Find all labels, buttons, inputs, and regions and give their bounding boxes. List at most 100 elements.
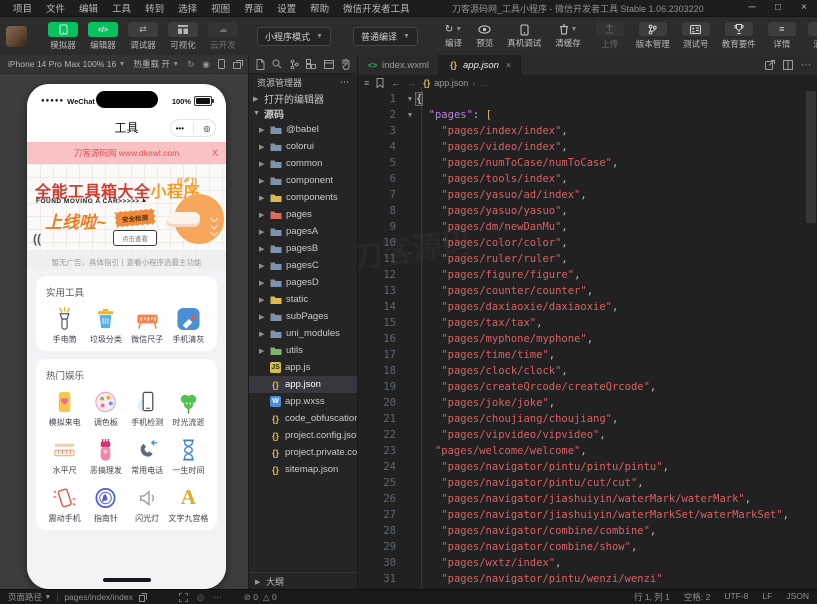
code-line[interactable]: 3 "pages/index/index", xyxy=(358,123,805,139)
editor-scrollbar[interactable] xyxy=(806,91,816,223)
menu-帮助[interactable]: 帮助 xyxy=(303,1,336,15)
tree-item-common[interactable]: ▶ common xyxy=(249,155,357,172)
code-line[interactable]: 24 "pages/navigator/pintu/pintu/pintu", xyxy=(358,459,805,475)
blocks-icon[interactable] xyxy=(306,59,317,69)
code-line[interactable]: 2 ▼ "pages": [ xyxy=(358,107,805,123)
toggle-云开发[interactable]: ☁ 云开发 xyxy=(207,21,239,51)
outline-list-icon[interactable]: ≡ xyxy=(364,78,369,88)
code-area[interactable]: 1 ▼{2 ▼ "pages": [3 "pages/index/index", 4 … xyxy=(358,91,805,590)
code-line[interactable]: 22 "pages/vipvideo/vipvideo", xyxy=(358,427,805,443)
tree-item-components[interactable]: ▶ components xyxy=(249,189,357,206)
tree-item-uni_modules[interactable]: ▶ uni_modules xyxy=(249,325,357,342)
preview-button[interactable]: 预览 xyxy=(476,23,493,49)
code-line[interactable]: 11 "pages/ruler/ruler", xyxy=(358,251,805,267)
menu-文件[interactable]: 文件 xyxy=(39,1,72,15)
tree-item-code_obfuscation_conf…[interactable]: {}code_obfuscation_conf… xyxy=(249,410,357,427)
compile-scheme-dropdown[interactable]: 普通编译 ▼ xyxy=(352,26,418,46)
project-root-section[interactable]: ▼ 源码 xyxy=(249,106,357,121)
menu-工具[interactable]: 工具 xyxy=(105,1,138,15)
banner-ticket-secondary[interactable]: 点击查看 xyxy=(113,230,157,246)
code-line[interactable]: 1 ▼{ xyxy=(358,91,805,107)
tree-item-subPages[interactable]: ▶ subPages xyxy=(249,308,357,325)
detach-window-icon[interactable] xyxy=(232,59,243,70)
tree-item-component[interactable]: ▶ component xyxy=(249,172,357,189)
code-line[interactable]: 19 "pages/createQrcode/createQrcode", xyxy=(358,379,805,395)
tree-item-pagesA[interactable]: ▶ pagesA xyxy=(249,223,357,240)
open-editors-section[interactable]: ▶ 打开的编辑器 xyxy=(249,91,357,106)
code-line[interactable]: 15 "pages/tax/tax", xyxy=(358,315,805,331)
compile-button[interactable]: ↻ ▼ 编译 xyxy=(445,23,462,49)
toggle-可视化[interactable]: 可视化 xyxy=(167,21,199,51)
copy-icon[interactable] xyxy=(138,592,147,602)
promo-banner[interactable]: 全能工具箱大全小程序 (()) FOUND MOVING A CAR>>>>>➤… xyxy=(27,164,226,250)
code-line[interactable]: 31 "pages/navigator/pintu/wenzi/wenzi" xyxy=(358,571,805,587)
tool-一生时间[interactable]: 一生时间 xyxy=(168,437,209,476)
code-line[interactable]: 5 "pages/numToCase/numToCase", xyxy=(358,155,805,171)
action-上传[interactable]: 上传 xyxy=(595,22,624,50)
eol[interactable]: LF xyxy=(762,591,772,603)
tool-微信尺子[interactable]: 微信尺子 xyxy=(127,306,168,345)
tool-手电筒[interactable]: 手电筒 xyxy=(44,306,85,345)
indent-setting[interactable]: 空格: 2 xyxy=(684,591,710,603)
code-line[interactable]: 6 "pages/tools/index", xyxy=(358,171,805,187)
source-control-icon[interactable] xyxy=(290,59,299,70)
more-icon[interactable]: ⋯ xyxy=(213,592,222,603)
code-line[interactable]: 25 "pages/navigator/pintu/cut/cut", xyxy=(358,475,805,491)
fullscreen-icon[interactable] xyxy=(178,592,188,603)
more-icon[interactable]: ••• xyxy=(176,124,184,133)
close-icon[interactable]: × xyxy=(506,60,511,70)
nav-back-icon[interactable]: ← xyxy=(391,78,400,88)
code-line[interactable]: 7 "pages/yasuo/ad/index", xyxy=(358,187,805,203)
nav-forward-icon[interactable]: → xyxy=(407,78,416,88)
code-line[interactable]: 12 "pages/figure/figure", xyxy=(358,267,805,283)
page-path-dropdown[interactable]: 页面路径 ▼ xyxy=(8,591,51,603)
more-icon[interactable]: ⋯ xyxy=(340,77,349,88)
menu-选择[interactable]: 选择 xyxy=(171,1,204,15)
code-line[interactable]: 10 "pages/color/color", xyxy=(358,235,805,251)
menu-视图[interactable]: 视图 xyxy=(204,1,237,15)
tree-item-colorui[interactable]: ▶ colorui xyxy=(249,138,357,155)
tree-item-pagesC[interactable]: ▶ pagesC xyxy=(249,257,357,274)
device-selector[interactable]: iPhone 14 Pro Max 100% 16 ▼ xyxy=(8,59,126,69)
hand-icon[interactable] xyxy=(341,58,350,70)
code-line[interactable]: 29 "pages/navigator/combine/show", xyxy=(358,539,805,555)
code-line[interactable]: 16 "pages/myphone/myphone", xyxy=(358,331,805,347)
tree-item-pagesD[interactable]: ▶ pagesD xyxy=(249,274,357,291)
notice-bar[interactable]: 刀客源码网 www.dkewl.com X xyxy=(27,142,226,164)
toggle-调试器[interactable]: ⇄ 调试器 xyxy=(127,21,159,51)
tree-item-utils[interactable]: ▶ utils xyxy=(249,342,357,359)
outline-section[interactable]: ▶ 大纲 xyxy=(249,572,357,590)
split-editor-icon[interactable] xyxy=(783,60,793,70)
clear-cache-button[interactable]: ▼ 清缓存 xyxy=(555,23,581,49)
tool-垃圾分类[interactable]: 垃圾分类 xyxy=(85,306,126,345)
code-line[interactable]: 4 "pages/video/index", xyxy=(358,139,805,155)
close-icon[interactable]: × xyxy=(791,0,817,16)
code-line[interactable]: 28 "pages/navigator/combine/combine", xyxy=(358,523,805,539)
minimize-icon[interactable]: ─ xyxy=(739,0,765,16)
tree-item-app.wxss[interactable]: Wapp.wxss xyxy=(249,393,357,410)
code-line[interactable]: 20 "pages/joke/joke", xyxy=(358,395,805,411)
fold-caret-icon[interactable]: ▼ xyxy=(404,91,416,107)
action-教育要件[interactable]: 教育要件 xyxy=(722,22,756,50)
code-line[interactable]: 13 "pages/counter/counter", xyxy=(358,283,805,299)
files-icon[interactable] xyxy=(256,58,265,70)
problems-indicator[interactable]: ⊘ 0 △ 0 xyxy=(244,592,277,603)
fold-caret-icon[interactable]: ▼ xyxy=(404,107,416,123)
tool-水平尺[interactable]: 水平尺 xyxy=(44,437,85,476)
code-line[interactable]: 21 "pages/choujiang/choujiang", xyxy=(358,411,805,427)
device-frame-icon[interactable] xyxy=(217,59,225,70)
tree-item-pages[interactable]: ▶ pages xyxy=(249,206,357,223)
menu-微信开发者工具[interactable]: 微信开发者工具 xyxy=(336,1,417,15)
code-line[interactable]: 18 "pages/clock/clock", xyxy=(358,363,805,379)
language-mode[interactable]: JSON xyxy=(786,591,809,603)
code-line[interactable]: 14 "pages/daxiaoxie/daxiaoxie", xyxy=(358,299,805,315)
tree-item-project.config.json[interactable]: {} project.config.json xyxy=(249,427,357,444)
tool-调色板[interactable]: 调色板 xyxy=(85,389,126,428)
tool-模拟来电[interactable]: 模拟来电 xyxy=(44,389,85,428)
menu-转到[interactable]: 转到 xyxy=(138,1,171,15)
tool-指南针[interactable]: 指南针 xyxy=(85,485,126,524)
toggle-编辑器[interactable]: </> 编辑器 xyxy=(87,21,119,51)
banner-ticket-primary[interactable]: 安全检测 xyxy=(114,208,156,228)
action-详情[interactable]: ≡ 详情 xyxy=(767,22,796,50)
avatar[interactable] xyxy=(6,25,27,47)
